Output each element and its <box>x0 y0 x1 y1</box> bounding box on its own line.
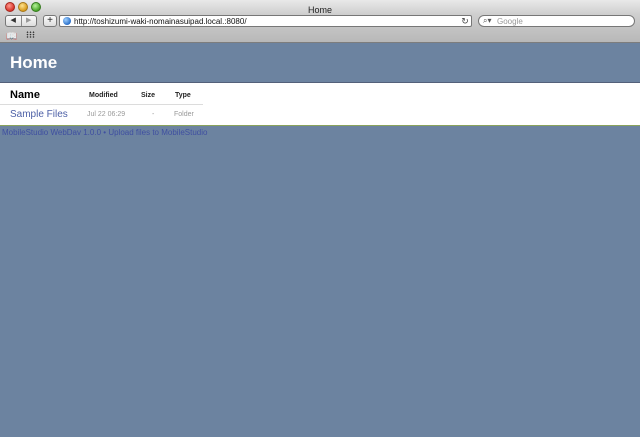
file-modified: Jul 22 06:29 <box>87 111 126 118</box>
url-text[interactable]: http://toshizumi-waki-nomainasuipad.loca… <box>74 17 459 26</box>
add-bookmark-button[interactable]: + <box>43 15 57 27</box>
file-type: Folder <box>174 111 194 118</box>
file-link-sample-files[interactable]: Sample Files <box>10 109 68 120</box>
search-field[interactable]: ⌕▾ <box>478 15 635 27</box>
file-size: - <box>152 111 155 118</box>
zoom-window-button[interactable] <box>31 2 41 12</box>
upload-files-link[interactable]: Upload files to MobileStudio <box>108 128 207 137</box>
toolbar-divider <box>0 42 640 43</box>
reload-icon[interactable]: ↻ <box>459 16 471 27</box>
footer-separator: • <box>103 128 107 137</box>
app-version-link[interactable]: MobileStudio WebDav 1.0.0 <box>2 128 101 137</box>
top-sites-grid-icon[interactable] <box>26 31 35 38</box>
back-button[interactable]: ◀ <box>6 16 21 26</box>
nav-buttons: ◀ ▶ <box>5 15 37 27</box>
page-footer: MobileStudio WebDav 1.0.0 • Upload files… <box>2 128 207 137</box>
bookmarks-book-icon[interactable]: 📖 <box>6 31 17 42</box>
address-bar[interactable]: http://toshizumi-waki-nomainasuipad.loca… <box>59 15 472 27</box>
forward-button[interactable]: ▶ <box>20 16 37 26</box>
page-title: Home <box>10 53 58 72</box>
column-header-name[interactable]: Name <box>10 89 40 101</box>
column-header-type[interactable]: Type <box>175 92 191 99</box>
close-window-button[interactable] <box>5 2 15 12</box>
table-row[interactable]: Sample Files Jul 22 06:29 - Folder <box>0 107 203 123</box>
window-titlebar: Home <box>0 0 640 15</box>
column-header-modified[interactable]: Modified <box>89 92 118 99</box>
column-header-size[interactable]: Size <box>141 92 155 99</box>
table-header: Name Modified Size Type <box>0 87 203 105</box>
minimize-window-button[interactable] <box>18 2 28 12</box>
file-list-panel: Name Modified Size Type Sample Files Jul… <box>0 82 640 126</box>
browser-toolbar: ◀ ▶ + http://toshizumi-waki-nomainasuipa… <box>0 14 640 42</box>
search-icon: ⌕▾ <box>483 16 492 25</box>
search-input[interactable] <box>497 16 627 26</box>
globe-icon <box>63 17 71 25</box>
